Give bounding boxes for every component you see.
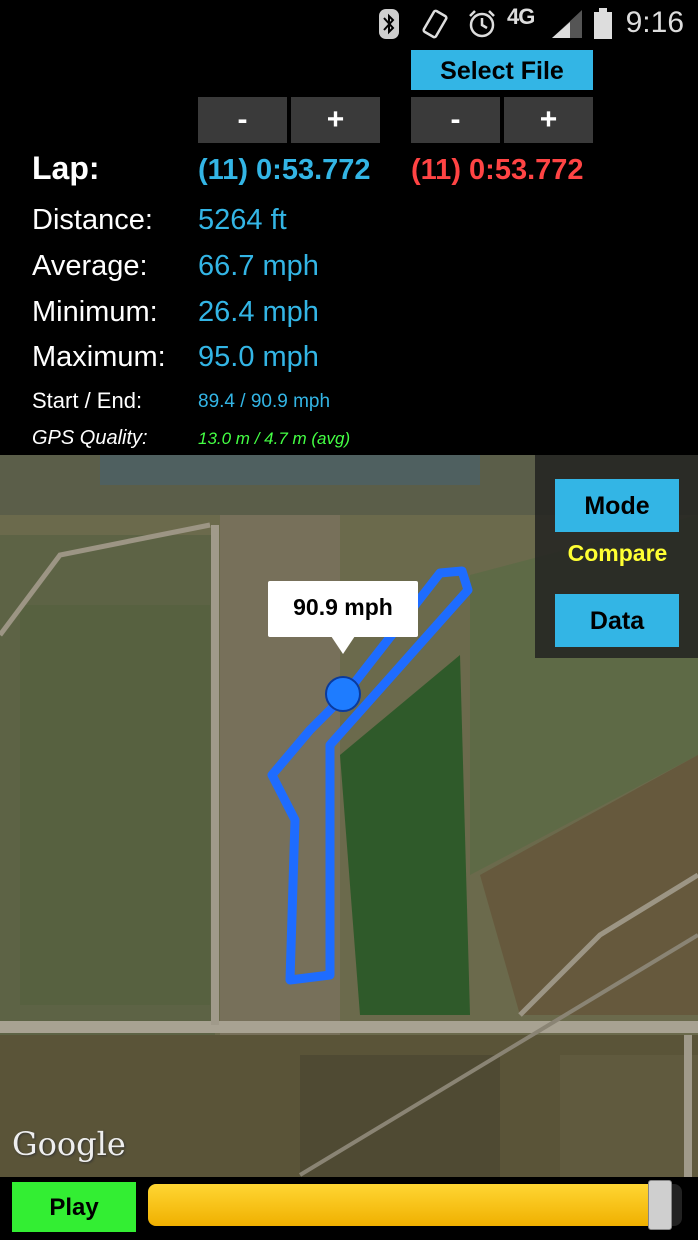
average-label: Average:: [32, 250, 148, 282]
lap-label: Lap:: [32, 150, 100, 186]
gps-quality-value: 13.0 m / 4.7 m (avg): [198, 429, 351, 448]
primary-lap-plus-button[interactable]: +: [291, 97, 380, 143]
maximum-value: 95.0 mph: [198, 341, 319, 373]
distance-label: Distance:: [32, 204, 153, 236]
network-4g-icon: 4G: [507, 4, 535, 29]
compare-lap-minus-button[interactable]: -: [411, 97, 500, 143]
distance-value: 5264 ft: [198, 204, 287, 236]
google-attribution: Google: [12, 1125, 126, 1163]
average-value: 66.7 mph: [198, 250, 319, 282]
play-button[interactable]: Play: [12, 1182, 136, 1232]
mode-button[interactable]: Mode: [555, 479, 679, 532]
mode-state-label: Compare: [567, 540, 668, 566]
battery-icon: [594, 8, 612, 39]
playback-slider[interactable]: [148, 1180, 682, 1230]
compare-lap-plus-button[interactable]: +: [504, 97, 593, 143]
maximum-label: Maximum:: [32, 341, 166, 373]
minimum-value: 26.4 mph: [198, 296, 319, 328]
start-end-label: Start / End:: [32, 388, 143, 413]
speed-bubble-tail: [331, 636, 355, 654]
gps-quality-label: GPS Quality:: [32, 427, 148, 449]
lap-primary-value: (11) 0:53.772: [198, 154, 371, 186]
speed-bubble: 90.9 mph: [268, 581, 418, 637]
vibrate-icon: [422, 9, 448, 39]
data-button[interactable]: Data: [555, 594, 679, 647]
playback-progress: [148, 1184, 660, 1226]
status-bar: 4G 9:16: [0, 0, 698, 48]
alarm-icon: [469, 10, 495, 38]
status-time: 9:16: [625, 6, 684, 39]
start-end-value: 89.4 / 90.9 mph: [198, 391, 331, 412]
bluetooth-icon: [379, 9, 399, 39]
select-file-button[interactable]: Select File: [411, 50, 593, 90]
signal-icon: [552, 10, 582, 38]
minimum-label: Minimum:: [32, 296, 158, 328]
lap-compare-value: (11) 0:53.772: [411, 154, 584, 186]
playback-slider-thumb[interactable]: [648, 1180, 672, 1230]
primary-lap-minus-button[interactable]: -: [198, 97, 287, 143]
